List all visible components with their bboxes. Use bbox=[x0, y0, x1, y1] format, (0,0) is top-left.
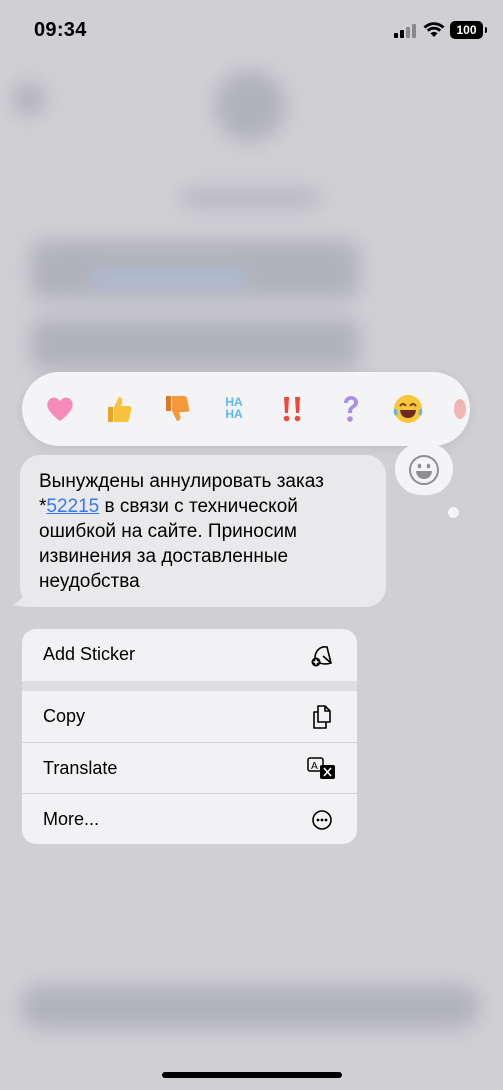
laughing-reaction[interactable] bbox=[390, 391, 426, 427]
blurred-input-bar bbox=[20, 985, 480, 1029]
blurred-message-2 bbox=[30, 318, 360, 370]
partial-emoji-icon bbox=[454, 399, 466, 419]
heart-reaction[interactable] bbox=[42, 391, 78, 427]
copy-icon bbox=[313, 705, 331, 729]
svg-text:A: A bbox=[311, 761, 318, 772]
thumbs-up-icon bbox=[108, 397, 132, 422]
smiley-face-icon bbox=[409, 455, 439, 485]
thumbs-down-icon bbox=[166, 396, 190, 421]
exclamation-reaction[interactable] bbox=[274, 391, 310, 427]
home-indicator[interactable] bbox=[162, 1072, 342, 1078]
haha-reaction[interactable]: HA HA bbox=[216, 391, 252, 432]
menu-item-label: Add Sticker bbox=[43, 644, 136, 664]
double-exclamation-icon bbox=[283, 397, 301, 422]
menu-item-add-sticker[interactable]: Add Sticker bbox=[22, 629, 357, 680]
thumbs-up-reaction[interactable] bbox=[100, 391, 136, 427]
thumbs-down-reaction[interactable] bbox=[158, 391, 194, 427]
menu-item-label: Copy bbox=[43, 706, 86, 726]
status-bar: 09:34 100 bbox=[0, 0, 503, 60]
message-bubble[interactable]: Вынуждены аннулировать заказ *52215 в св… bbox=[20, 455, 386, 607]
reaction-bubble-tail bbox=[448, 507, 459, 518]
menu-item-translate[interactable]: Translate A bbox=[22, 743, 357, 794]
tapback-reaction-bar: HA HA bbox=[22, 372, 470, 446]
context-menu: Add Sticker Copy Translate A More... bbox=[22, 629, 357, 844]
menu-item-more[interactable]: More... bbox=[22, 794, 357, 844]
menu-item-copy[interactable]: Copy bbox=[22, 691, 357, 742]
translate-icon: A bbox=[307, 757, 335, 779]
sticker-icon bbox=[311, 646, 332, 667]
order-number-link[interactable]: 52215 bbox=[46, 496, 99, 517]
laughing-face-icon bbox=[393, 395, 423, 423]
more-icon bbox=[312, 810, 332, 830]
signal-icon bbox=[394, 24, 418, 38]
blurred-avatar bbox=[214, 70, 286, 142]
heart-icon bbox=[47, 397, 73, 421]
partial-reaction[interactable] bbox=[446, 391, 470, 427]
message-text: Вынуждены аннулировать заказ *52215 в св… bbox=[39, 469, 379, 594]
more-reactions-button[interactable] bbox=[395, 443, 453, 495]
question-mark-icon bbox=[344, 396, 358, 422]
menu-item-label: Translate bbox=[43, 758, 118, 778]
menu-section-divider bbox=[22, 681, 357, 691]
haha-icon: HA HA bbox=[225, 395, 243, 421]
blurred-timestamp bbox=[180, 190, 320, 206]
wifi-icon bbox=[423, 22, 445, 37]
battery-icon: 100 bbox=[450, 21, 487, 39]
question-reaction[interactable] bbox=[332, 391, 368, 427]
status-time: 09:34 bbox=[34, 19, 87, 41]
menu-item-label: More... bbox=[43, 809, 100, 829]
blurred-link-1 bbox=[90, 270, 250, 286]
blurred-back-button bbox=[12, 82, 46, 116]
